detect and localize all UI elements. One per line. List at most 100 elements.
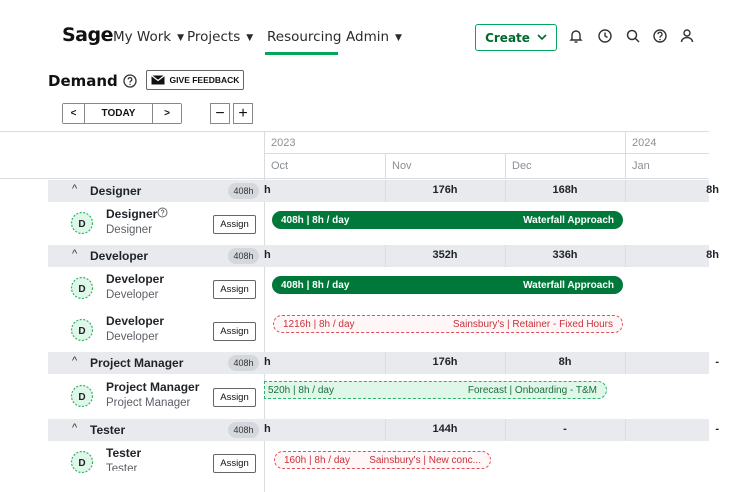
chevron-up-icon[interactable]: ^ [72,248,77,260]
create-button-label: Create [485,30,530,45]
bar-project: Sainsbury's | Retainer - Fixed Hours [452,318,613,330]
assign-button[interactable]: Assign [213,280,256,299]
zoom-in-button[interactable]: + [233,103,253,124]
group-row-designer[interactable]: ^ Designer 408h h 176h 168h 8h [48,180,719,202]
demand-bar[interactable]: 408h | 8h / day Waterfall Approach [272,211,623,229]
avatar: D [70,384,94,408]
role-title: Tester [106,446,142,460]
help-icon[interactable] [122,73,138,89]
month-divider [625,419,626,441]
nav-admin[interactable]: Admin ▼ [346,29,402,45]
avatar: D [70,276,94,300]
group-value: 352h [432,249,458,261]
sage-logo[interactable]: Sage [62,24,114,46]
assign-button[interactable]: Assign [213,388,256,407]
date-navigation: < TODAY > [62,103,182,124]
month-divider [625,180,626,202]
give-feedback-button[interactable]: GIVE FEEDBACK [146,70,244,90]
month-divider [505,180,506,202]
group-name: Designer [90,184,142,198]
assign-button[interactable]: Assign [213,322,256,341]
group-value: 144h [432,423,458,435]
group-value: 168h [552,184,578,196]
month-divider [385,180,386,202]
month-divider [385,153,386,179]
timeline-top-border [0,131,709,132]
bar-hours: 1216h | 8h / day [283,318,355,330]
group-hours-badge: 408h [228,422,259,438]
active-tab-indicator [265,52,338,55]
role-title: Developer [106,314,165,328]
chevron-up-icon[interactable]: ^ [72,422,77,434]
month-divider [625,352,626,374]
demand-bar[interactable]: 160h | 8h / day Sainsbury's | New conc..… [274,451,491,469]
avatar: D [70,450,94,474]
month-divider [505,245,506,267]
role-subtitle: Designer [106,224,153,236]
nav-my-work[interactable]: My Work ▼ [113,29,184,45]
help-icon[interactable] [651,27,669,45]
month-divider [385,245,386,267]
page-title: Demand [48,72,118,90]
next-period-button[interactable]: > [153,104,181,123]
zoom-out-button[interactable]: − [210,103,230,124]
bar-hours: 160h | 8h / day [284,454,350,466]
avatar-initial: D [78,284,85,295]
nav-resourcing-label: Resourcing [267,29,342,45]
nav-projects[interactable]: Projects ▼ [187,29,253,45]
group-value: - [563,423,567,435]
group-name: Tester [90,423,126,437]
month-divider [505,352,506,374]
user-icon[interactable] [678,27,696,45]
month-divider [505,419,506,441]
group-row-project-manager[interactable]: ^ Project Manager 408h h 176h 8h - [48,352,719,374]
demand-bar[interactable]: 408h | 8h / day Waterfall Approach [272,276,623,294]
role-title: Designer [106,207,158,221]
bar-hours: 520h | 8h / day [268,384,334,396]
group-value: 176h [432,184,458,196]
group-row-tester[interactable]: ^ Tester 408h h 144h - - [48,419,719,441]
chevron-up-icon[interactable]: ^ [72,183,77,195]
assign-button[interactable]: Assign [213,454,256,473]
group-hours-badge: 408h [228,183,259,199]
avatar: D [70,211,94,235]
month-divider [625,153,626,179]
clock-icon[interactable] [596,27,614,45]
role-row-tester: D Tester Tester Assign 160h | 8h / day S… [48,441,709,492]
prev-period-button[interactable]: < [63,104,85,123]
today-button[interactable]: TODAY [85,104,153,123]
chevron-down-icon: ▼ [246,33,254,43]
chevron-down-icon: ▼ [395,33,402,43]
chevron-down-icon [537,34,547,41]
month-divider [385,419,386,441]
group-value: - [715,423,719,435]
timeline-header-bottom [0,178,709,179]
search-icon[interactable] [624,27,642,45]
bell-icon[interactable] [567,27,585,45]
info-icon[interactable] [157,207,168,218]
demand-bar[interactable]: 1216h | 8h / day Sainsbury's | Retainer … [273,315,623,333]
demand-bar[interactable]: 520h | 8h / day Forecast | Onboarding - … [264,381,607,399]
group-hours-badge: 408h [228,248,259,264]
month-divider [625,245,626,267]
timeline-year-divider [264,153,709,154]
role-title: Project Manager [106,380,200,394]
give-feedback-label: GIVE FEEDBACK [169,75,240,85]
year-boundary [625,131,626,153]
group-value: 336h [552,249,578,261]
create-button[interactable]: Create [475,24,557,51]
group-value: 8h [706,249,719,261]
role-subtitle: Developer [106,289,159,301]
bar-project: Waterfall Approach [523,279,614,291]
year-label: 2024 [632,137,657,149]
group-value: h [264,356,271,368]
nav-resourcing[interactable]: Resourcing [267,29,341,45]
year-label: 2023 [271,137,296,149]
group-value: 8h [706,184,719,196]
group-row-developer[interactable]: ^ Developer 408h h 352h 336h 8h [48,245,719,267]
assign-button[interactable]: Assign [213,215,256,234]
avatar-initial: D [78,392,85,403]
chevron-down-icon: ▼ [177,33,185,43]
bar-project: Sainsbury's | New conc... [369,454,481,466]
chevron-up-icon[interactable]: ^ [72,355,77,367]
